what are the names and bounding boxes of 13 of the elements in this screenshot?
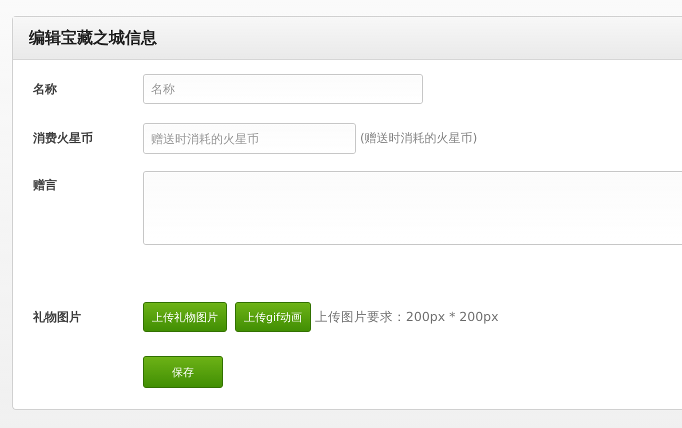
field-label: 名称 [32,80,58,98]
upload-button[interactable]: 上传gif动画 [235,302,311,332]
upload-button[interactable]: 上传礼物图片 [143,302,227,332]
field-hint: (赠送时消耗的火星币) [360,130,478,147]
field-label: 消费火星币 [32,130,94,147]
message-field[interactable] [143,171,682,245]
field-label: 礼物图片 [32,308,82,326]
name-field[interactable]: 名称 [143,74,423,104]
upload-hint: 上传图片要求：200px * 200px [314,308,498,326]
coins-field[interactable]: 赠送时消耗的火星币 [143,123,356,154]
field-label: 赠言 [32,177,58,194]
save-button[interactable]: 保存 [143,356,223,388]
panel-title: 编辑宝藏之城信息 [29,28,157,48]
